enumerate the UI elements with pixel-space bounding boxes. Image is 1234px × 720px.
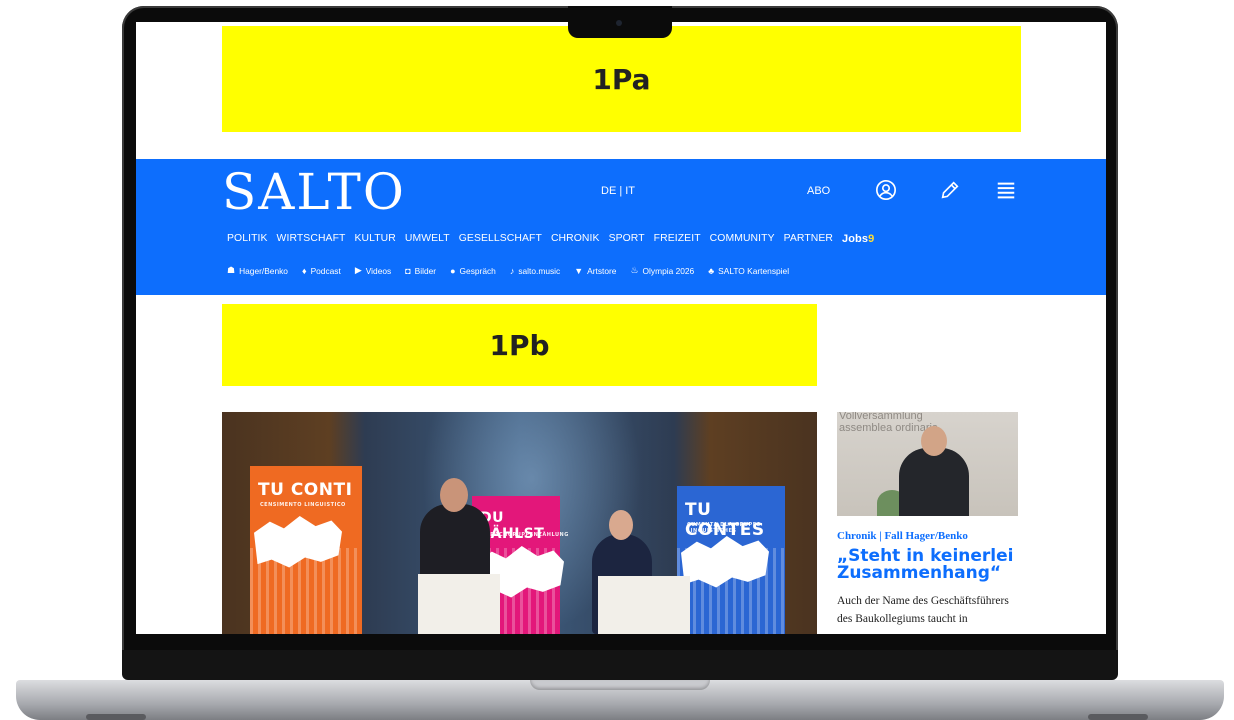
user-icon[interactable] — [875, 179, 897, 201]
subnav-item[interactable]: ▶ Videos — [355, 265, 391, 276]
browser-screen: 1Pa SALTO DE | IT ABO POLITIK WIRTSCHAFT K… — [136, 22, 1106, 634]
laptop-bezel-bottom — [122, 650, 1118, 680]
subnav-icon: ◘ — [405, 265, 411, 276]
subnav-icon: ● — [450, 265, 456, 276]
jobs-mark-icon: 9 — [868, 233, 875, 245]
subnav-item[interactable]: ☗ Hager/Benko — [227, 265, 288, 276]
podium-right — [598, 576, 690, 634]
subnav-label: Podcast — [310, 265, 341, 276]
speaker-head — [921, 426, 947, 456]
banner-subtitle: SPRACHGRUPPENZÄHLUNG — [482, 532, 569, 538]
subnav-item[interactable]: ◘ Bilder — [405, 265, 436, 276]
banner-title: TU CONTI — [258, 480, 353, 500]
banner-subtitle: CENSIMENTO LINGUISTICO — [260, 502, 346, 508]
nav-item-kultur[interactable]: KULTUR — [354, 233, 395, 245]
subnav-label: Bilder — [414, 265, 437, 276]
side-article-image[interactable]: Vollversammlung assemblea ordinaria — [837, 412, 1018, 516]
subnav-label: Hager/Benko — [239, 265, 288, 276]
nav-item-politik[interactable]: POLITIK — [227, 233, 268, 245]
nav-item-community[interactable]: COMMUNITY — [710, 233, 775, 245]
pencil-icon[interactable] — [939, 179, 961, 201]
camera-icon — [616, 20, 622, 26]
nav-item-jobs[interactable]: Jobs9 — [842, 233, 874, 245]
subnav-icon: ♦ — [301, 265, 307, 276]
subnav-icon: ▶ — [354, 265, 362, 275]
nav-item-partner[interactable]: PARTNER — [784, 233, 833, 245]
subnav-label: SALTO Kartenspiel — [718, 265, 790, 276]
banner-tu-contes: TU CONTES CUMPUTA DLA GRUPES LINGUISTICH… — [677, 486, 785, 634]
laptop-foot — [86, 714, 146, 720]
subnav-item[interactable]: ● Gespräch — [450, 265, 496, 276]
subnav-label: Artstore — [587, 265, 617, 276]
camera-notch — [568, 6, 672, 38]
article-kicker[interactable]: Chronik | Fall Hager/Benko — [837, 530, 968, 542]
ad-slot-1pb[interactable]: 1Pb — [222, 304, 817, 386]
subnav-icon: ☗ — [227, 265, 236, 275]
subnav-icon: ♨ — [630, 265, 639, 275]
subnav-label: Videos — [365, 265, 392, 276]
ad-label: 1Pa — [592, 62, 651, 96]
site-header: SALTO DE | IT ABO POLITIK WIRTSCHAFT KULTU… — [136, 159, 1106, 295]
article-teaser: Auch der Name des Geschäftsführers des B… — [837, 595, 1009, 625]
subnav-item[interactable]: ♪ salto.music — [510, 265, 560, 276]
subnav-item[interactable]: ♨ Olympia 2026 — [630, 265, 694, 276]
subnav-label: Olympia 2026 — [642, 265, 695, 276]
nav-item-gesellschaft[interactable]: GESELLSCHAFT — [459, 233, 542, 245]
subnav-item[interactable]: ♣ SALTO Kartenspiel — [708, 265, 789, 276]
nav-item-sport[interactable]: SPORT — [609, 233, 645, 245]
sub-navigation: ☗ Hager/Benko ♦ Podcast ▶ Videos ◘ Bilder ● Gespr… — [227, 265, 789, 276]
laptop-opening-lip — [530, 680, 710, 690]
abo-link[interactable]: ABO — [807, 185, 830, 197]
main-navigation: POLITIK WIRTSCHAFT KULTUR UMWELT GESELLSCHAF… — [227, 233, 874, 245]
banner-title: TU CONTES — [685, 500, 765, 540]
hero-image[interactable]: TU CONTI CENSIMENTO LINGUISTICO DU ZÄHLS… — [222, 412, 817, 634]
ad-slot-1pa[interactable]: 1Pa — [222, 26, 1021, 132]
subnav-icon: ♣ — [708, 265, 715, 276]
ad-label: 1Pb — [489, 328, 550, 362]
speaker — [899, 448, 969, 516]
nav-item-freizeit[interactable]: FREIZEIT — [654, 233, 701, 245]
subnav-item[interactable]: ♦ Podcast — [302, 265, 341, 276]
subnav-icon: ▼ — [574, 265, 584, 276]
subnav-icon: ♪ — [509, 265, 515, 276]
nav-item-umwelt[interactable]: UMWELT — [405, 233, 450, 245]
nav-item-chronik[interactable]: CHRONIK — [551, 233, 600, 245]
language-switch[interactable]: DE | IT — [601, 185, 635, 197]
subnav-item[interactable]: ▼ Artstore — [574, 265, 616, 276]
menu-icon[interactable] — [995, 179, 1017, 201]
subnav-label: Gespräch — [459, 265, 496, 276]
podium-left — [418, 574, 500, 634]
salto-logo[interactable]: SALTO — [222, 163, 406, 221]
article-headline[interactable]: „Steht in keinerlei Zusammenhang“ — [837, 548, 1027, 582]
laptop-foot — [1088, 714, 1148, 720]
speaker-left-head — [440, 478, 468, 512]
nav-item-wirtschaft[interactable]: WIRTSCHAFT — [277, 233, 346, 245]
speaker-right-head — [609, 510, 633, 540]
jobs-label: Jobs — [842, 233, 869, 245]
banner-tu-conti: TU CONTI CENSIMENTO LINGUISTICO — [250, 466, 362, 634]
subnav-label: salto.music — [518, 265, 561, 276]
banner-subtitle: CUMPUTA DLA GRUPES LINGUISTICHES — [687, 522, 761, 534]
